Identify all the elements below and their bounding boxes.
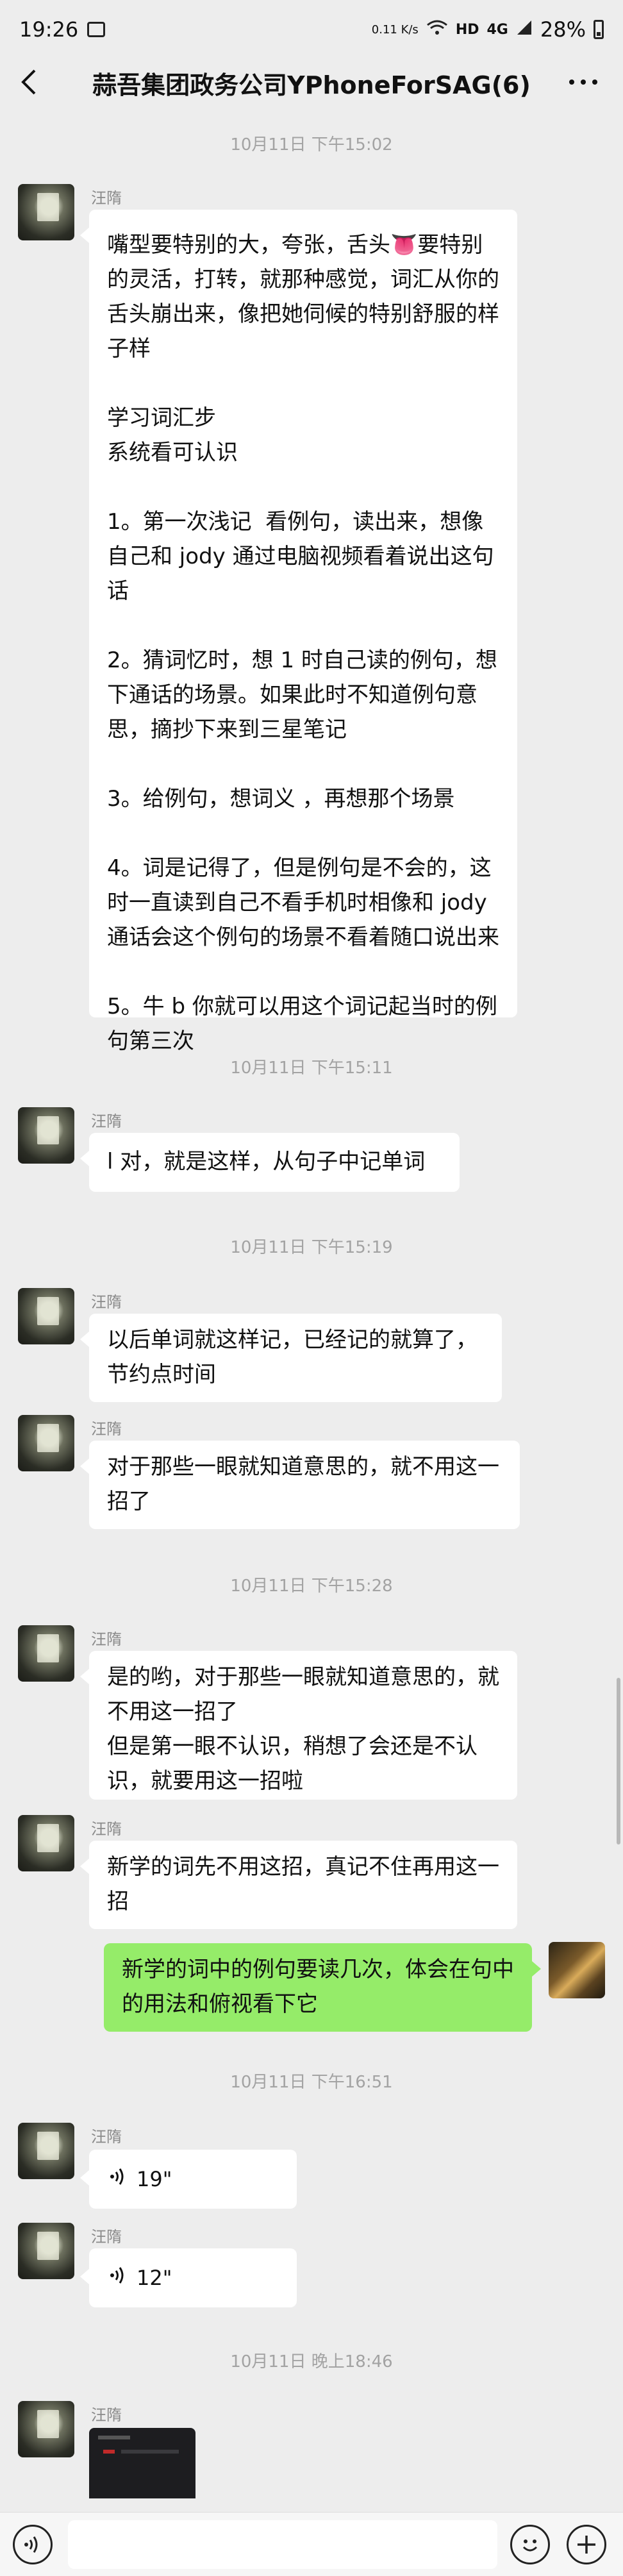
voice-message[interactable]: 19"	[80, 2150, 297, 2209]
my-message-bubble[interactable]: 新学的词中的例句要读几次，体会在句中的用法和俯视看下它	[104, 1943, 541, 2032]
avatar[interactable]	[18, 2223, 74, 2279]
message-bubble[interactable]: 是的哟，对于那些一眼就知道意思的，就不用这一招了 但是第一眼不认识，稍想了会还是…	[80, 1651, 517, 1800]
emoji-icon[interactable]	[510, 2525, 550, 2564]
sender-name: 汪隋	[91, 2228, 122, 2246]
timestamp: 10月11日 晚上18:46	[230, 2352, 393, 2371]
avatar[interactable]	[18, 1815, 74, 1871]
sender-name: 汪隋	[91, 1630, 122, 1648]
sender-name: 汪隋	[91, 1293, 122, 1311]
chat-title: 蒜吾集团政务公司YPhoneForSAG(6)	[92, 71, 531, 99]
timestamp: 10月11日 下午15:19	[230, 1238, 393, 1257]
sender-name: 汪隋	[91, 1820, 122, 1838]
message-bubble[interactable]: 对于那些一眼就知道意思的，就不用这一招了	[80, 1441, 520, 1529]
battery-icon	[594, 20, 604, 39]
chat-header: 蒜吾集团政务公司YPhoneForSAG(6)	[0, 59, 623, 107]
voice-duration: 12"	[137, 2266, 172, 2290]
sender-name: 汪隋	[91, 189, 122, 207]
message-bubble[interactable]: 嘴型要特别的大，夸张，舌头👅要特别的灵活，打转，就那种感觉，词汇从你的舌头崩出来…	[80, 210, 517, 1054]
signal-icon	[516, 19, 533, 40]
avatar[interactable]	[18, 184, 74, 240]
timestamp: 10月11日 下午16:51	[230, 2073, 393, 2092]
timestamp: 10月11日 下午15:02	[230, 135, 393, 155]
scrollbar[interactable]	[617, 1678, 620, 1844]
hd-label: HD	[455, 21, 479, 38]
battery-percent: 28%	[540, 17, 586, 42]
voice-message[interactable]: 12"	[80, 2248, 297, 2307]
wifi-icon	[426, 19, 448, 40]
message-bubble[interactable]: 新学的词先不用这招，真记不住再用这一招	[80, 1841, 517, 1929]
signal-label: 4G	[486, 21, 508, 38]
my-avatar[interactable]	[549, 1942, 605, 1998]
image-content	[103, 2450, 115, 2454]
more-dots-icon[interactable]	[567, 63, 600, 98]
image-content	[121, 2450, 179, 2454]
avatar[interactable]	[18, 1415, 74, 1471]
plus-icon[interactable]	[567, 2525, 606, 2564]
chevron-left-icon[interactable]	[19, 68, 38, 103]
status-indicators: 0.11 K/s HD 4G 28%	[372, 17, 604, 42]
message-bubble[interactable]: l 对，就是这样，从句子中记单词	[80, 1133, 460, 1192]
sender-name: 汪隋	[91, 1112, 122, 1130]
message-input[interactable]	[68, 2520, 497, 2569]
avatar[interactable]	[18, 2123, 74, 2179]
image-message[interactable]	[89, 2428, 195, 2498]
input-bar	[0, 2512, 623, 2576]
status-time: 19:26	[19, 17, 79, 42]
voice-input-icon[interactable]	[13, 2525, 53, 2564]
voice-duration: 19"	[137, 2167, 172, 2191]
avatar[interactable]	[18, 1625, 74, 1682]
gallery-icon	[87, 22, 106, 37]
network-speed: 0.11 K/s	[371, 22, 419, 37]
chat-history[interactable]: 10月11日 下午15:02 汪隋 嘴型要特别的大，夸张，舌头👅要特别的灵活，打…	[0, 107, 623, 2512]
timestamp: 10月11日 下午15:11	[230, 1058, 393, 1078]
voice-wave-icon	[110, 2266, 128, 2290]
avatar[interactable]	[18, 2401, 74, 2457]
sender-name: 汪隋	[91, 2128, 122, 2146]
sender-name: 汪隋	[91, 2406, 122, 2424]
avatar[interactable]	[18, 1107, 74, 1164]
avatar[interactable]	[18, 1288, 74, 1344]
image-content	[98, 2436, 130, 2439]
sender-name: 汪隋	[91, 1420, 122, 1438]
voice-wave-icon	[110, 2167, 128, 2191]
message-bubble[interactable]: 以后单词就这样记，已经记的就算了，节约点时间	[80, 1314, 502, 1402]
status-bar: 19:26 0.11 K/s HD 4G 28%	[0, 0, 623, 59]
timestamp: 10月11日 下午15:28	[230, 1577, 393, 1596]
